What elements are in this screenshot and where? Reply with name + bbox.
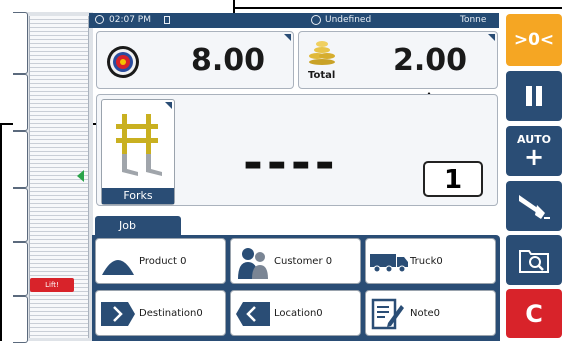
annotation-line-right [235,7,562,9]
left-tab-2[interactable] [13,74,28,131]
target-icon [107,46,139,78]
location-label: Location0 [274,308,323,319]
location-button[interactable]: Location0 [230,290,361,336]
note-label: Note0 [410,308,441,319]
left-tab-5[interactable] [13,242,28,296]
product-button[interactable]: Product 0 [95,238,226,284]
attachment-label: Forks [102,188,174,204]
job-tab[interactable]: Job [95,216,181,236]
status-time: 02:07 PM [109,15,151,25]
tip-button[interactable] [506,181,562,231]
panel-corner-icon [488,34,495,41]
calendar-icon [164,16,170,24]
pile-icon [102,260,134,275]
pause-icon [526,86,542,106]
weight-display: ---- [243,135,339,191]
truck-button[interactable]: Truck0 [365,238,496,284]
clear-button[interactable]: C [506,289,562,338]
lift-warning-badge: Lift! [30,278,74,292]
note-icon [371,298,404,330]
destination-button[interactable]: Destination0 [95,290,226,336]
target-weight-value: 8.00 [190,43,265,78]
status-mode: Undefined [325,15,372,25]
main-display-panel: Forks ---- 1 [96,94,498,206]
forks-icon [116,114,162,176]
clock-icon [95,15,104,24]
coins-stack-icon [309,41,335,65]
left-tab-6[interactable] [13,296,28,343]
level-indicator-arrow-icon [77,170,84,182]
history-button[interactable] [506,235,562,285]
pause-button[interactable] [506,71,562,121]
total-label: Total [308,70,336,81]
left-tab-3[interactable] [13,131,28,188]
arrow-right-icon [101,302,135,326]
product-label: Product 0 [139,256,187,267]
total-weight-value: 2.00 [392,43,467,78]
annotation-line-left [0,124,2,341]
truck-icon [370,254,408,273]
attachment-button[interactable]: Forks [101,99,175,205]
plus-icon: + [523,143,545,171]
customer-label: Customer 0 [274,256,333,267]
search-folder-icon [519,250,549,273]
arrow-left-icon [236,302,270,326]
panel-corner-icon [165,102,172,109]
tipping-icon [519,195,550,219]
panel-corner-icon [284,34,291,41]
truck-label: Truck0 [410,256,443,267]
status-unit: Tonne [460,15,487,25]
note-button[interactable]: Note0 [365,290,496,336]
zero-button[interactable]: >0< [506,14,562,66]
target-weight-panel[interactable]: 8.00 [96,31,294,89]
left-tab-column [13,12,28,343]
destination-label: Destination0 [139,308,203,319]
left-tab-1[interactable] [13,12,28,74]
customer-button[interactable]: Customer 0 [230,238,361,284]
customer-icon [238,248,268,279]
left-tab-4[interactable] [13,188,28,242]
status-bar: 02:07 PM Undefined Tonne [89,13,499,28]
check-circle-icon [311,15,321,25]
total-weight-panel[interactable]: Total 2.00 [298,31,498,89]
counter-box: 1 [423,161,483,197]
auto-add-button[interactable]: AUTO + [506,126,562,176]
